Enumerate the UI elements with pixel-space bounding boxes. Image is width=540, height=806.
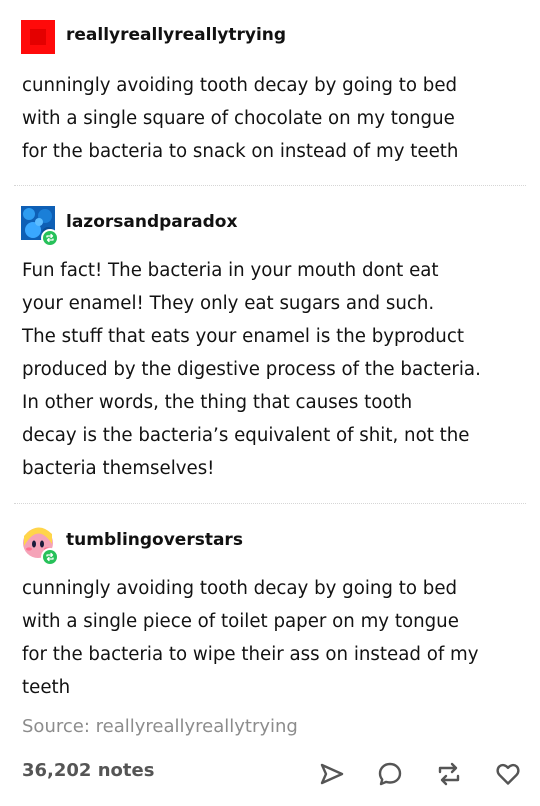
post-2-line: bacteria themselves! [22,458,215,479]
post-3-line: with a single piece of toilet paper on m… [22,611,459,632]
post-actions [318,760,528,790]
post-3-line: cunningly avoiding tooth decay by going … [22,578,458,599]
post-3-line: for the bacteria to wipe their ass on in… [22,644,479,665]
post-1-line: cunningly avoiding tooth decay by going … [22,75,458,96]
reblog-badge-icon [41,548,59,566]
post-2-line: your enamel! They only eat sugars and su… [22,293,435,314]
send-icon[interactable] [318,760,346,788]
avatar-reallyreallyreallytrying[interactable] [21,20,55,54]
post-2-line: produced by the digestive process of the… [22,359,481,380]
post-1-line: for the bacteria to snack on instead of … [22,141,459,162]
notes-count[interactable]: 36,202 notes [22,760,154,781]
post-2-line: decay is the bacteria’s equivalent of sh… [22,425,470,446]
post-3-body: cunningly avoiding tooth decay by going … [22,572,522,704]
reblog-badge-icon [41,229,59,247]
post-2-line: The stuff that eats your enamel is the b… [22,326,464,347]
post-1-line: with a single square of chocolate on my … [22,108,455,129]
post-divider [14,503,526,504]
post-2-username[interactable]: lazorsandparadox [66,212,237,232]
post-divider [14,185,526,186]
comment-icon[interactable] [376,760,404,788]
post-2-line: Fun fact! The bacteria in your mouth don… [22,260,439,281]
post-1-username[interactable]: reallyreallyreallytrying [66,25,286,45]
post-1-body: cunningly avoiding tooth decay by going … [22,69,522,168]
post-3-username[interactable]: tumblingoverstars [66,530,243,550]
post-2-line: In other words, the thing that causes to… [22,392,413,413]
reblog-icon[interactable] [435,760,463,788]
post-2-body: Fun fact! The bacteria in your mouth don… [22,254,522,485]
heart-icon[interactable] [494,760,522,788]
source-link[interactable]: Source: reallyreallyreallytrying [22,716,298,737]
post-3-line: teeth [22,677,71,698]
red-square-avatar [21,20,55,54]
